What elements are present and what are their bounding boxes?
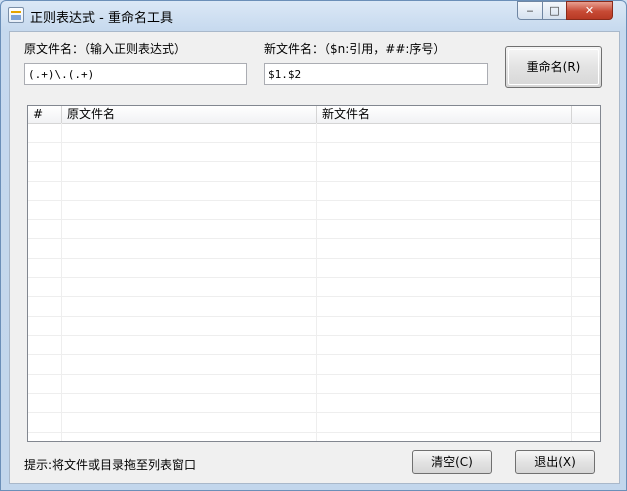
exit-button[interactable]: 退出(X) xyxy=(515,450,595,474)
grid-row-line xyxy=(28,393,600,394)
grid-row-line xyxy=(28,142,600,143)
rename-button[interactable]: 重命名(R) xyxy=(505,46,602,88)
target-pattern-label: 新文件名：（$n:引用，##:序号） xyxy=(264,42,446,56)
grid-row-line xyxy=(28,432,600,433)
title-bar[interactable]: 正则表达式 - 重命名工具 ‒ □ ✕ xyxy=(1,1,626,29)
grid-row-line xyxy=(28,335,600,336)
close-button[interactable]: ✕ xyxy=(566,1,613,20)
source-pattern-label: 原文件名：（输入正则表达式） xyxy=(24,42,187,56)
grid-row-line xyxy=(28,200,600,201)
app-window: 正则表达式 - 重命名工具 ‒ □ ✕ 原文件名：（输入正则表达式） 新文件名：… xyxy=(0,0,627,491)
list-header: # 原文件名 新文件名 xyxy=(28,106,600,124)
grid-row-line xyxy=(28,238,600,239)
app-icon xyxy=(8,7,24,23)
drag-hint: 提示:将文件或目录拖至列表窗口 xyxy=(24,458,197,472)
grid-row-line xyxy=(28,258,600,259)
dialog-body: 原文件名：（输入正则表达式） 新文件名：（$n:引用，##:序号） 重命名(R)… xyxy=(9,31,620,484)
grid-row-line xyxy=(28,277,600,278)
column-header-index[interactable]: # xyxy=(28,106,62,123)
grid-row-line xyxy=(28,181,600,182)
grid-row-line xyxy=(28,374,600,375)
grid-row-line xyxy=(28,316,600,317)
rename-button-label: 重命名(R) xyxy=(526,60,581,74)
list-grid xyxy=(28,123,600,441)
minimize-button[interactable]: ‒ xyxy=(517,1,543,20)
column-header-source-name[interactable]: 原文件名 xyxy=(62,106,317,123)
grid-row-line xyxy=(28,296,600,297)
column-header-target-name[interactable]: 新文件名 xyxy=(317,106,572,123)
grid-row-line xyxy=(28,354,600,355)
clear-button[interactable]: 清空(C) xyxy=(412,450,492,474)
grid-row-line xyxy=(28,412,600,413)
grid-row-line xyxy=(28,161,600,162)
source-pattern-input[interactable] xyxy=(24,63,247,85)
file-list[interactable]: # 原文件名 新文件名 xyxy=(27,105,601,442)
maximize-button[interactable]: □ xyxy=(542,1,567,20)
target-pattern-input[interactable] xyxy=(264,63,488,85)
window-title: 正则表达式 - 重命名工具 xyxy=(30,11,173,26)
grid-row-line xyxy=(28,219,600,220)
